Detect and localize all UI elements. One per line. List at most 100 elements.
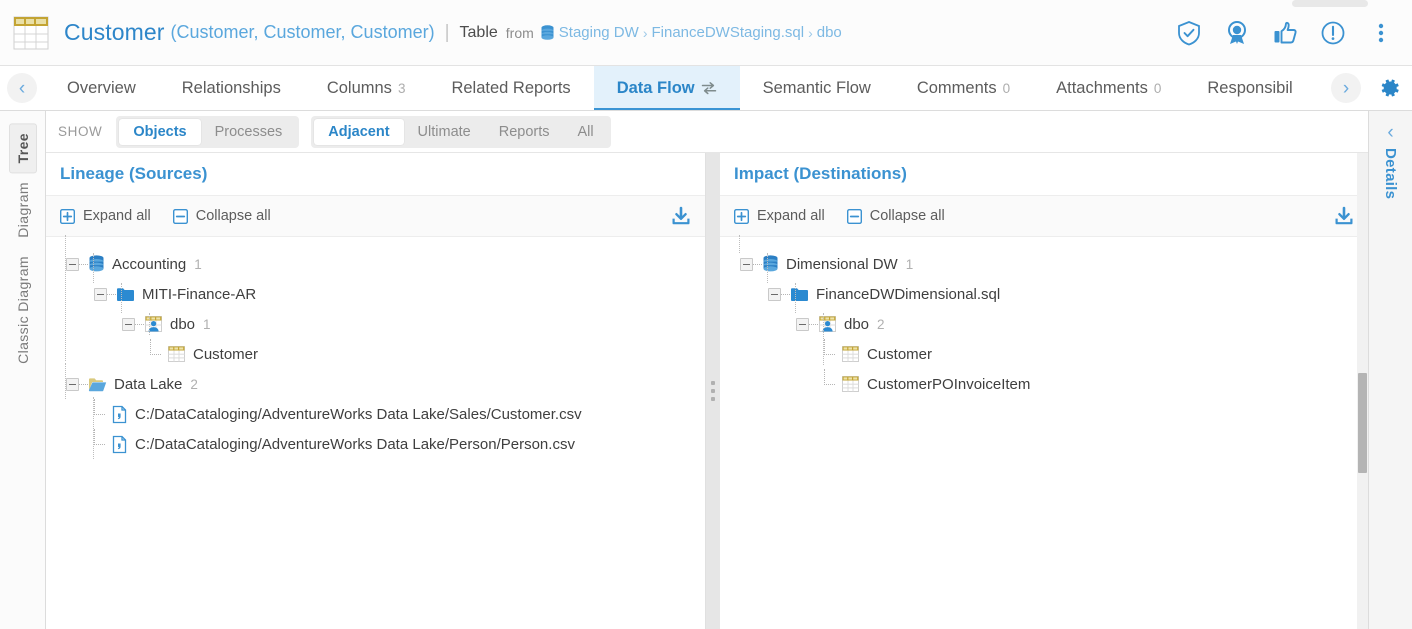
details-panel-toggle[interactable]: Details (1382, 148, 1399, 199)
tree-node[interactable]: Dimensional DW 1 (734, 249, 1368, 279)
tree-node-label: Data Lake (114, 375, 183, 393)
tree-node[interactable]: Customer (60, 338, 705, 369)
tree-guide (65, 235, 66, 361)
collapse-toggle[interactable] (66, 257, 79, 271)
database-icon (540, 24, 555, 41)
tree-node-label: FinanceDWDimensional.sql (816, 285, 1001, 303)
table-icon (841, 345, 860, 363)
tab-semantic-flow[interactable]: Semantic Flow (740, 66, 894, 110)
plus-box-icon (60, 208, 75, 224)
tab-columns[interactable]: Columns 3 (304, 66, 429, 110)
csv-file-icon (111, 405, 128, 424)
tree-node[interactable]: Customer (734, 338, 1368, 369)
page-scrollbar-top[interactable] (1292, 0, 1368, 7)
filter-all[interactable]: All (564, 119, 608, 145)
collapse-toggle[interactable] (740, 257, 753, 271)
scope-filter-group: Adjacent Ultimate Reports All (311, 115, 611, 148)
breadcrumb-database[interactable]: Staging DW (559, 24, 639, 41)
tree-node[interactable]: Data Lake 2 (60, 369, 705, 399)
lineage-impact-panes: Lineage (Sources) Expand all Collapse al… (46, 153, 1368, 629)
tab-data-flow[interactable]: Data Flow (593, 66, 740, 110)
tree-node[interactable]: MITI-Finance-AR (60, 279, 705, 309)
tree-guide (149, 313, 150, 335)
impact-toolbar: Expand all Collapse all (720, 195, 1368, 237)
tab-bar: ‹ Overview Relationships Columns 3 Relat… (0, 66, 1412, 111)
chevron-left-icon: ‹ (7, 73, 37, 103)
collapse-toggle[interactable] (94, 287, 107, 301)
breadcrumb-file[interactable]: FinanceDWStaging.sql (651, 24, 804, 41)
tab-relationships[interactable]: Relationships (159, 66, 304, 110)
lineage-tree: Accounting 1 MITI-Finance-AR dbo 1 Custo… (46, 235, 705, 459)
rail-item-diagram[interactable]: Diagram (10, 173, 36, 247)
breadcrumb-separator-2: › (808, 24, 813, 41)
tree-node[interactable]: CustomerPOInvoiceItem (734, 368, 1368, 399)
tab-label: Responsibil (1207, 78, 1293, 97)
filter-ultimate[interactable]: Ultimate (404, 119, 485, 145)
table-icon (167, 345, 186, 363)
schema-icon (144, 315, 163, 333)
award-badge-icon[interactable] (1224, 20, 1250, 46)
header-title-group: Customer (Customer, Customer, Customer) … (0, 14, 1176, 52)
page-title: Customer (64, 19, 165, 45)
impact-collapse-all-button[interactable]: Collapse all (846, 208, 945, 224)
table-icon (841, 375, 860, 393)
minus-box-icon (172, 208, 188, 224)
tree-node[interactable]: C:/DataCataloging/AdventureWorks Data La… (60, 398, 705, 429)
filter-adjacent[interactable]: Adjacent (314, 118, 404, 145)
impact-pane-scrollbar[interactable] (1357, 153, 1368, 629)
chevron-right-icon: › (1331, 73, 1361, 103)
rail-item-classic-diagram[interactable]: Classic Diagram (10, 247, 36, 373)
from-label: from (505, 24, 534, 41)
tree-node-label: dbo (170, 315, 196, 333)
chevron-left-icon[interactable]: ‹ (1387, 123, 1393, 142)
tree-node[interactable]: FinanceDWDimensional.sql (734, 279, 1368, 309)
breadcrumb-schema[interactable]: dbo (817, 24, 842, 41)
tab-comments[interactable]: Comments 0 (894, 66, 1033, 110)
database-icon (88, 255, 105, 273)
impact-expand-all-button[interactable]: Expand all (734, 208, 825, 224)
tab-attachments[interactable]: Attachments 0 (1033, 66, 1184, 110)
collapse-toggle[interactable] (66, 377, 79, 391)
impact-download-button[interactable] (1334, 206, 1354, 226)
certified-shield-icon[interactable] (1176, 20, 1202, 46)
filter-objects[interactable]: Objects (119, 118, 201, 145)
tab-related-reports[interactable]: Related Reports (428, 66, 593, 110)
tab-settings-button[interactable] (1368, 66, 1412, 110)
tabs-scroll-left-button[interactable]: ‹ (0, 66, 44, 110)
tree-node[interactable]: dbo 1 (60, 309, 705, 339)
tab-overview[interactable]: Overview (44, 66, 159, 110)
tree-node-label: dbo (844, 315, 870, 333)
lineage-download-button[interactable] (671, 206, 691, 226)
tree-node-label: C:/DataCataloging/AdventureWorks Data La… (135, 435, 575, 453)
csv-file-icon (111, 435, 128, 454)
filter-reports[interactable]: Reports (485, 119, 564, 145)
tree-node[interactable]: Accounting 1 (60, 249, 705, 279)
lineage-pane: Lineage (Sources) Expand all Collapse al… (46, 153, 706, 629)
download-icon (671, 206, 691, 226)
lineage-collapse-all-button[interactable]: Collapse all (172, 208, 271, 224)
header-divider: | (444, 22, 450, 43)
tabs-scroll-right-button[interactable]: › (1324, 66, 1368, 110)
lineage-expand-all-button[interactable]: Expand all (60, 208, 151, 224)
pane-splitter-handle[interactable] (706, 153, 720, 629)
thumbs-up-icon[interactable] (1272, 20, 1298, 46)
scrollbar-thumb[interactable] (1358, 373, 1367, 473)
app-root: Customer (Customer, Customer, Customer) … (0, 0, 1412, 629)
schema-icon (818, 315, 837, 333)
collapse-toggle[interactable] (796, 317, 809, 331)
data-flow-icon (701, 81, 717, 95)
filter-processes[interactable]: Processes (201, 119, 297, 145)
collapse-toggle[interactable] (768, 287, 781, 301)
collapse-toggle[interactable] (122, 317, 135, 331)
tree-node-label: C:/DataCataloging/AdventureWorks Data La… (135, 405, 582, 423)
tab-responsibilities[interactable]: Responsibil (1184, 66, 1298, 110)
object-type-filter-group: Objects Processes (116, 115, 300, 148)
folder-icon (116, 286, 135, 302)
database-icon (762, 255, 779, 273)
rail-item-tree[interactable]: Tree (8, 123, 37, 174)
warning-circle-icon[interactable] (1320, 20, 1346, 46)
tree-node[interactable]: C:/DataCataloging/AdventureWorks Data La… (60, 428, 705, 459)
tree-node[interactable]: dbo 2 (734, 309, 1368, 339)
tab-label: Attachments (1056, 78, 1148, 97)
more-vertical-icon[interactable] (1368, 20, 1394, 46)
